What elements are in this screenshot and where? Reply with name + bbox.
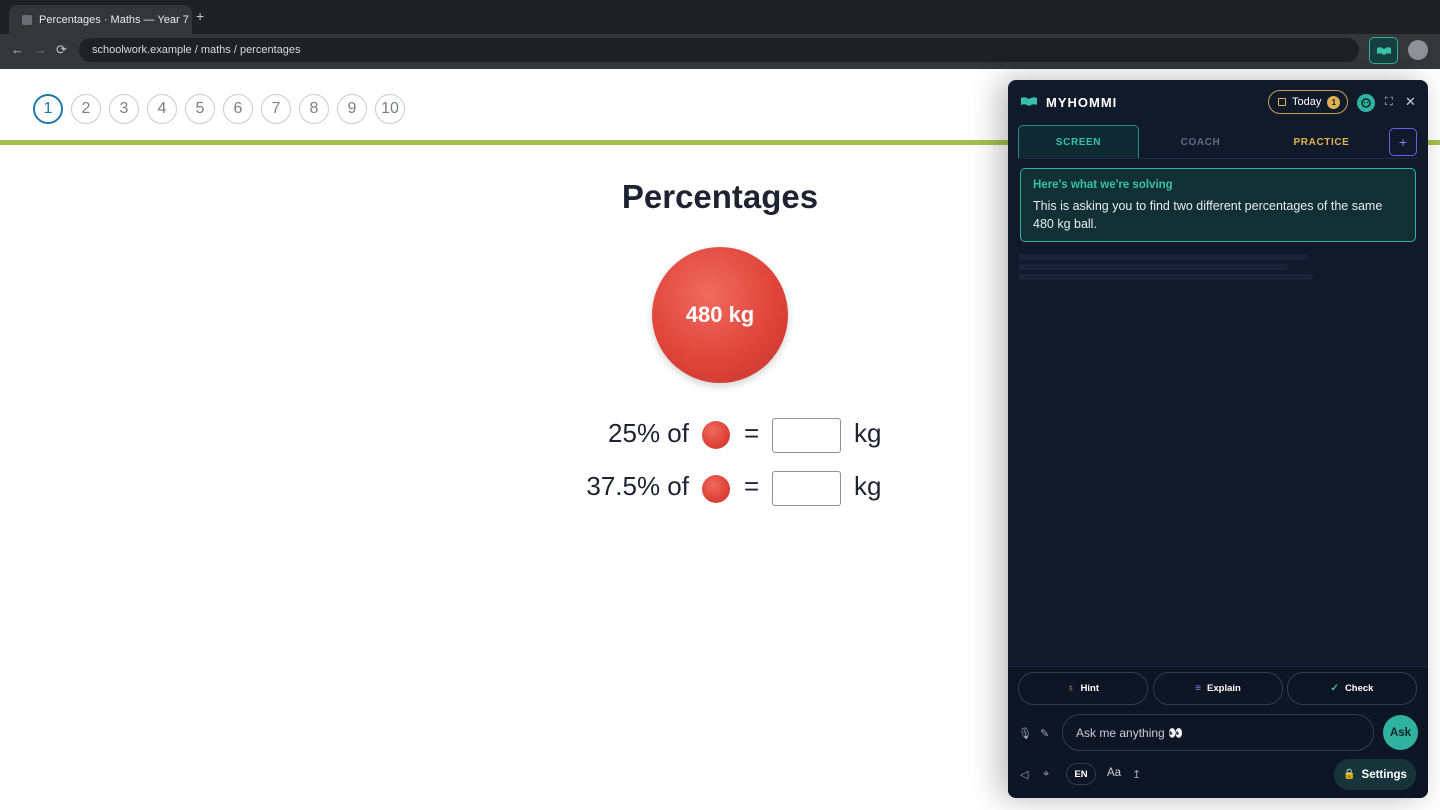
ask-button[interactable]: Ask: [1383, 715, 1418, 750]
new-tab-button[interactable]: +: [196, 8, 204, 24]
question-nav-item[interactable]: 8: [299, 94, 329, 124]
check-label: Check: [1344, 683, 1374, 694]
question-nav-item[interactable]: 1: [33, 94, 63, 124]
lock-icon: 🔒: [1343, 769, 1356, 780]
question-nav-item[interactable]: 6: [223, 94, 253, 124]
tab-screen[interactable]: SCREEN: [1018, 125, 1139, 159]
book-logo-icon: [1021, 97, 1037, 106]
row2-percent: 37.5% of: [586, 471, 689, 501]
row1-ball-icon: [702, 421, 730, 449]
page-title: Percentages: [621, 178, 819, 215]
answer-input-2[interactable]: [772, 471, 841, 506]
favicon-icon: [22, 14, 32, 25]
settings-label: Settings: [1361, 768, 1407, 781]
row2-ball-icon: [702, 475, 730, 503]
row1-percent: 25% of: [608, 418, 689, 448]
tab-title: Percentages · Maths — Year 7: [39, 13, 189, 26]
question-nav-item[interactable]: 7: [261, 94, 291, 124]
add-button[interactable]: +: [1389, 128, 1417, 156]
pencil-icon[interactable]: ✎: [1040, 727, 1049, 740]
question-nav-item[interactable]: 2: [71, 94, 101, 124]
microphone-icon[interactable]: 🎙: [1018, 727, 1032, 740]
today-count-badge: 1: [1327, 95, 1341, 109]
tab-divider: [1018, 158, 1418, 159]
weight-ball: 480 kg: [652, 247, 788, 383]
row2-unit: kg: [854, 471, 882, 501]
browser-tab-strip: Percentages · Maths — Year 7 +: [0, 0, 1440, 34]
today-button[interactable]: Today 1: [1268, 90, 1348, 114]
forward-button[interactable]: →: [34, 42, 47, 57]
row1-equals: =: [744, 418, 760, 448]
close-icon[interactable]: ✕: [1405, 94, 1416, 110]
answer-input-1[interactable]: [772, 418, 841, 453]
lightbulb-icon: ♁: [1067, 683, 1075, 694]
today-label: Today: [1292, 96, 1322, 108]
browser-tab[interactable]: Percentages · Maths — Year 7: [9, 5, 192, 34]
panel-header: MYHOMMI Today 1 ⛶ ✕: [1008, 80, 1428, 124]
brand-name: MYHOMMI: [1046, 95, 1118, 110]
row2-equals: =: [744, 471, 760, 501]
question-nav-item[interactable]: 5: [185, 94, 215, 124]
panel-footer: ♁ Hint ≡ Explain ✓ Check 🎙 ✎ Ask me anyt…: [1008, 666, 1428, 798]
calendar-icon: [1278, 98, 1286, 106]
font-size-button[interactable]: Aa: [1107, 767, 1121, 779]
loading-placeholder: [1018, 250, 1318, 284]
book-icon: [1376, 46, 1391, 55]
assistant-panel: MYHOMMI Today 1 ⛶ ✕ SCREEN COACH PRACTIC…: [1008, 80, 1428, 798]
question-nav: 1 2 3 4 5 6 7 8 9 10: [33, 94, 405, 124]
lines-icon: ≡: [1195, 683, 1202, 694]
ask-input[interactable]: Ask me anything 👀: [1062, 714, 1374, 751]
checkmark-icon: ✓: [1330, 683, 1339, 694]
upload-icon[interactable]: ↥: [1132, 768, 1141, 781]
extension-button[interactable]: [1369, 37, 1398, 64]
speaker-icon[interactable]: ◁: [1020, 768, 1028, 781]
back-button[interactable]: ←: [11, 42, 24, 57]
browser-toolbar: ← → ⟳ schoolwork.example / maths / perce…: [0, 34, 1440, 69]
tab-practice[interactable]: PRACTICE: [1261, 125, 1382, 159]
settings-button[interactable]: 🔒 Settings: [1334, 759, 1416, 790]
question-nav-item[interactable]: 4: [147, 94, 177, 124]
question-nav-item[interactable]: 9: [337, 94, 367, 124]
language-button[interactable]: EN: [1066, 763, 1096, 785]
ball-label: 480 kg: [685, 302, 755, 327]
row1-unit: kg: [854, 418, 882, 448]
tab-coach[interactable]: COACH: [1140, 125, 1261, 159]
expand-icon[interactable]: ⛶: [1385, 96, 1393, 109]
reload-button[interactable]: ⟳: [56, 42, 67, 58]
explain-label: Explain: [1207, 683, 1241, 694]
mascot-avatar-button[interactable]: [1357, 94, 1375, 112]
profile-avatar[interactable]: [1408, 40, 1428, 60]
check-button[interactable]: ✓ Check: [1287, 672, 1417, 705]
question-nav-item[interactable]: 10: [375, 94, 405, 124]
card-body: This is asking you to find two different…: [1033, 199, 1383, 231]
explain-button[interactable]: ≡ Explain: [1153, 672, 1283, 705]
problem-summary-card: Here's what we're solving This is asking…: [1020, 168, 1416, 242]
hint-button[interactable]: ♁ Hint: [1018, 672, 1148, 705]
hint-label: Hint: [1080, 683, 1099, 694]
panel-tabs: SCREEN COACH PRACTICE: [1018, 125, 1418, 159]
card-heading: Here's what we're solving: [1033, 179, 1173, 191]
crosshair-icon[interactable]: ⌖: [1043, 768, 1049, 781]
question-nav-item[interactable]: 3: [109, 94, 139, 124]
mascot-icon: [1361, 98, 1371, 108]
address-bar[interactable]: schoolwork.example / maths / percentages: [79, 38, 1359, 62]
